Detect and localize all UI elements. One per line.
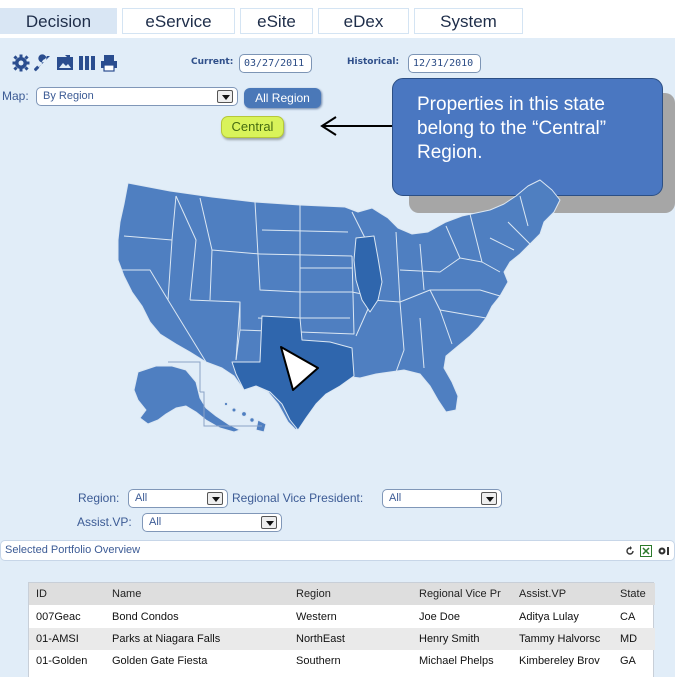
portfolio-table: ID Name Region Regional Vice Pr Assist.V… bbox=[28, 582, 655, 677]
table-cell: Southern bbox=[296, 655, 341, 667]
chevron-down-icon[interactable] bbox=[207, 492, 223, 505]
table-cell: Bond Condos bbox=[112, 611, 179, 623]
region-filter-select[interactable]: All bbox=[128, 489, 228, 508]
table-cell: Kimbereley Brov bbox=[519, 655, 600, 667]
column-header-region[interactable]: Region bbox=[296, 583, 411, 605]
current-date-label: Current: bbox=[191, 57, 234, 67]
wrench-icon[interactable] bbox=[34, 54, 52, 72]
tab-esite[interactable]: eSite bbox=[240, 8, 313, 34]
table-cell: Henry Smith bbox=[419, 633, 480, 645]
table-cell: 01-AMSI bbox=[36, 633, 79, 645]
map-select-value: By Region bbox=[43, 90, 94, 102]
tab-decision[interactable]: Decision bbox=[0, 8, 117, 34]
us-region-map[interactable] bbox=[0, 170, 675, 470]
portfolio-overview-title: Selected Portfolio Overview bbox=[5, 544, 141, 556]
current-date-input[interactable]: 03/27/2011 bbox=[239, 54, 312, 73]
table-cell: 01-Golden bbox=[36, 655, 88, 667]
refresh-icon[interactable] bbox=[625, 546, 635, 556]
gear-icon[interactable] bbox=[12, 54, 30, 72]
table-row[interactable]: 01-Golden Golden Gate Fiesta Southern Mi… bbox=[29, 650, 655, 672]
table-cell: Aditya Lulay bbox=[519, 611, 579, 623]
callout-text: Properties in this state belong to the “… bbox=[417, 94, 607, 163]
table-row[interactable]: 01-AMSI Parks at Niagara Falls NorthEast… bbox=[29, 628, 655, 650]
table-cell: Parks at Niagara Falls bbox=[112, 633, 221, 645]
all-region-button[interactable]: All Region bbox=[244, 88, 321, 108]
table-cell: GA bbox=[620, 655, 636, 667]
columns-icon[interactable] bbox=[78, 54, 96, 72]
table-cell: MD bbox=[620, 633, 638, 645]
column-header-rvp[interactable]: Regional Vice Pr bbox=[419, 583, 515, 605]
chevron-down-icon[interactable] bbox=[261, 516, 277, 529]
column-header-assist-vp[interactable]: Assist.VP bbox=[519, 583, 615, 605]
rvp-filter-label: Regional Vice President: bbox=[232, 491, 364, 505]
table-cell: Joe Doe bbox=[419, 611, 460, 623]
column-header-state[interactable]: State bbox=[620, 583, 654, 605]
column-header-id[interactable]: ID bbox=[36, 583, 106, 605]
column-header-name[interactable]: Name bbox=[112, 583, 282, 605]
callout-arrow-icon bbox=[320, 116, 396, 136]
table-cell: Golden Gate Fiesta bbox=[112, 655, 208, 667]
assist-vp-filter-label: Assist.VP: bbox=[77, 515, 132, 529]
tab-eservice[interactable]: eService bbox=[122, 8, 235, 34]
map-label: Map: bbox=[2, 89, 29, 103]
excel-icon[interactable] bbox=[640, 545, 652, 557]
historical-date-label: Historical: bbox=[347, 57, 400, 67]
table-header-row: ID Name Region Regional Vice Pr Assist.V… bbox=[29, 583, 655, 605]
table-cell: CA bbox=[620, 611, 636, 623]
table-cell: NorthEast bbox=[296, 633, 345, 645]
portfolio-overview-bar: Selected Portfolio Overview bbox=[0, 540, 675, 561]
table-cell: Western bbox=[296, 611, 337, 623]
assist-vp-filter-select[interactable]: All bbox=[142, 513, 282, 532]
table-cell: 007Geac bbox=[36, 611, 81, 623]
rvp-filter-select[interactable]: All bbox=[382, 489, 502, 508]
chevron-down-icon[interactable] bbox=[217, 90, 233, 103]
alaska-shape[interactable] bbox=[133, 365, 241, 433]
region-filter-label: Region: bbox=[78, 491, 120, 505]
table-row[interactable]: 007Geac Bond Condos Western Joe Doe Adit… bbox=[29, 606, 655, 628]
table-cell: Michael Phelps bbox=[419, 655, 494, 667]
top-tab-bar: Decision eService eSite eDex System bbox=[0, 0, 675, 38]
tab-edex[interactable]: eDex bbox=[318, 8, 409, 34]
tab-system[interactable]: System bbox=[414, 8, 523, 34]
print-icon[interactable] bbox=[100, 54, 118, 72]
historical-date-input[interactable]: 12/31/2010 bbox=[408, 54, 481, 73]
chevron-down-icon[interactable] bbox=[481, 492, 497, 505]
settings-icon[interactable] bbox=[657, 545, 671, 557]
map-select[interactable]: By Region bbox=[36, 87, 238, 106]
table-cell: Tammy Halvorsc bbox=[519, 633, 601, 645]
rvp-filter-value: All bbox=[389, 492, 402, 504]
export-image-icon[interactable] bbox=[56, 54, 74, 72]
central-region-badge[interactable]: Central bbox=[221, 116, 284, 138]
region-filter-value: All bbox=[135, 492, 148, 504]
assist-vp-filter-value: All bbox=[149, 516, 162, 528]
